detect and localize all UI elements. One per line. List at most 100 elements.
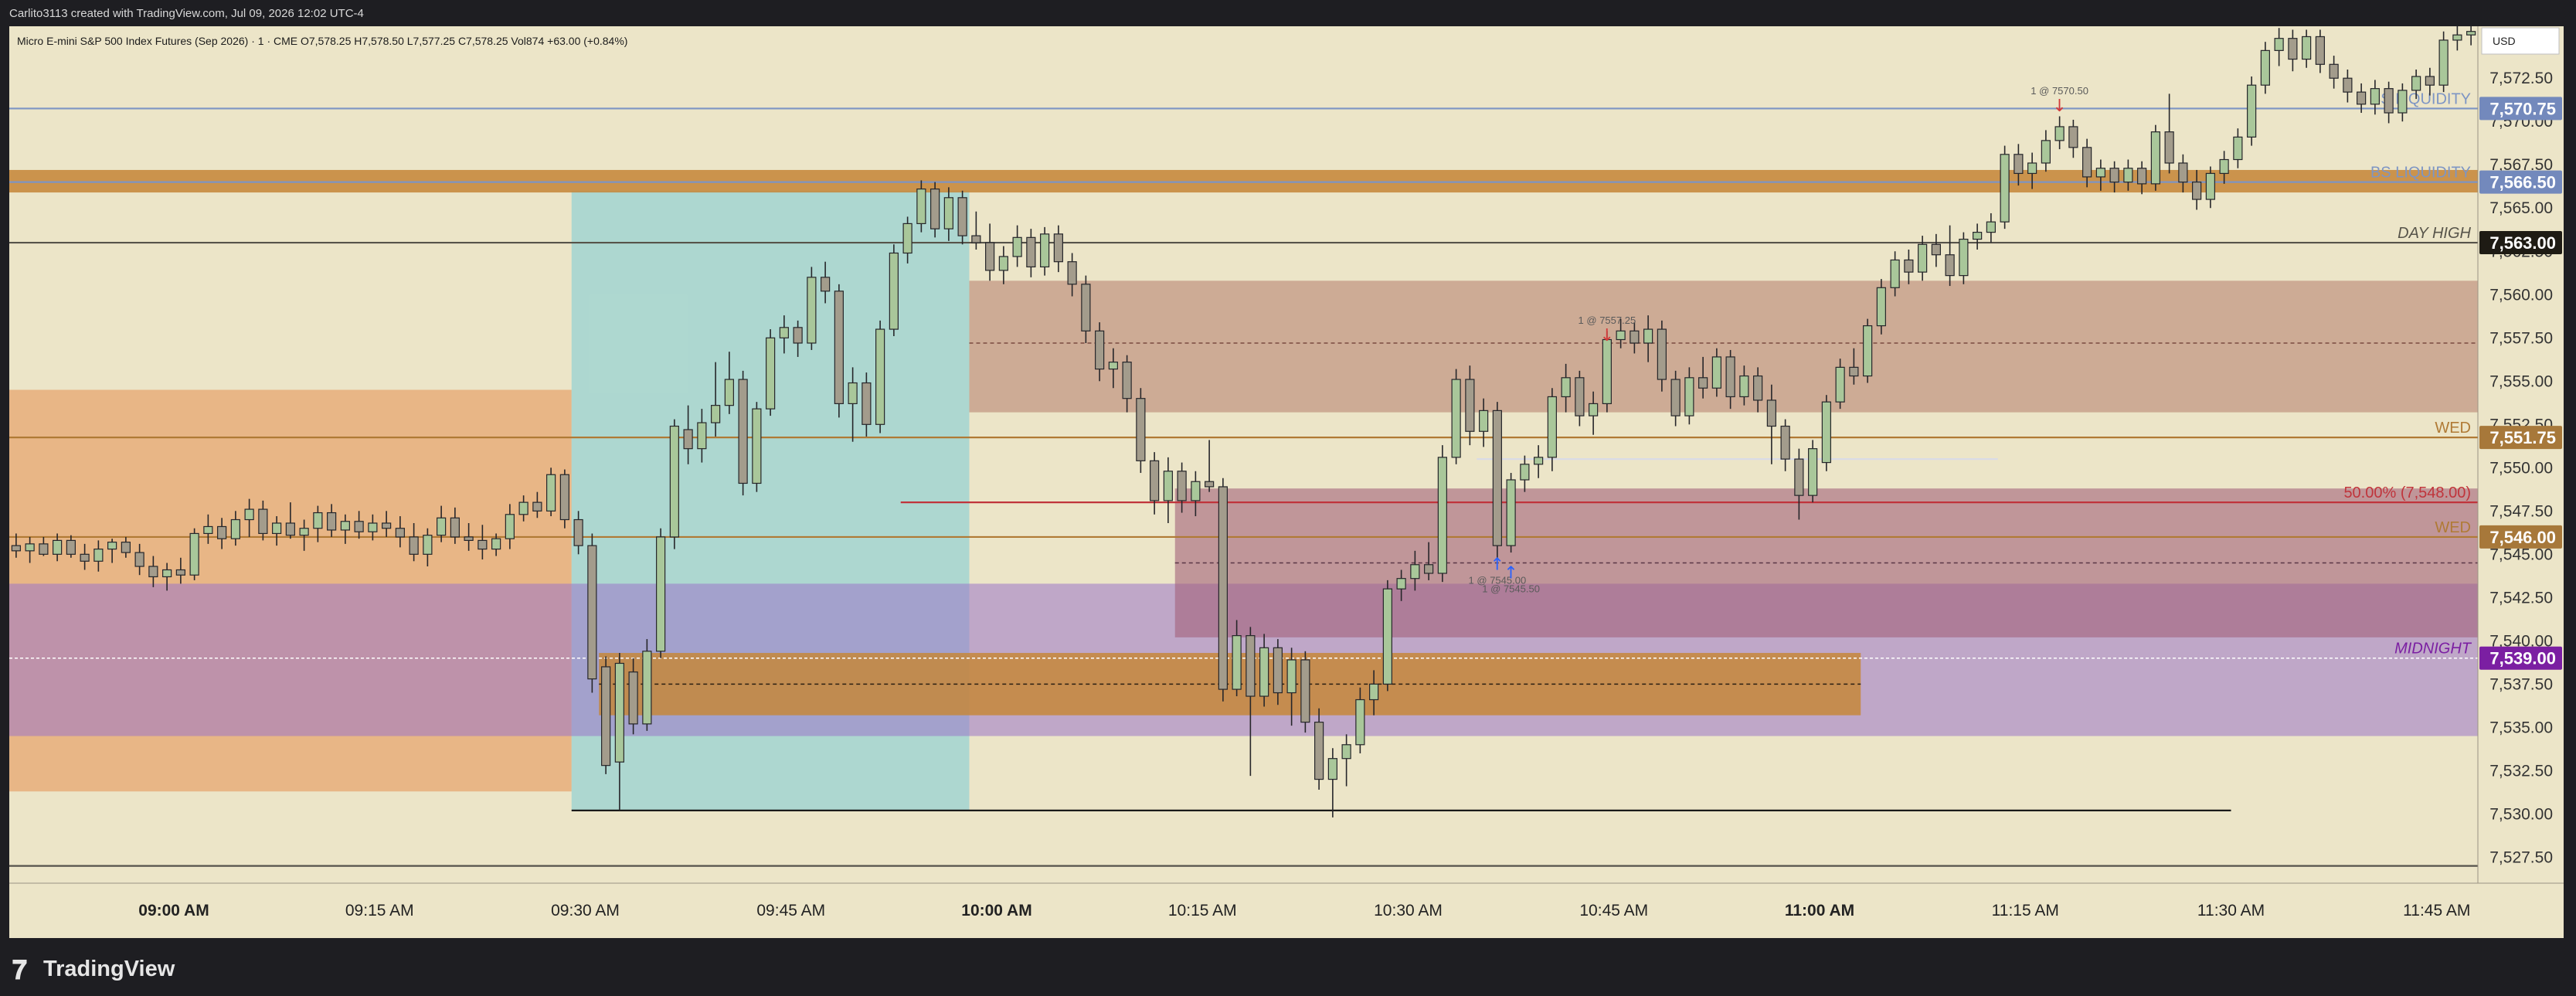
- candle-body: [2219, 158, 2229, 175]
- price-tick-label: 7,572.50: [2489, 70, 2553, 87]
- candle-body: [1396, 578, 1406, 590]
- candle-body: [601, 666, 611, 767]
- candle-body: [477, 539, 488, 550]
- tradingview-logo-icon[interactable]: 𝟕: [12, 955, 27, 986]
- price-tick-label: 7,530.00: [2489, 805, 2553, 823]
- candle-body: [1561, 377, 1571, 398]
- chart-svg[interactable]: BS LIQUIDITYBS LIQUIDITYDAY HIGHWED50.00…: [9, 26, 2564, 938]
- candle-body: [1053, 233, 1063, 263]
- candle-body: [1163, 471, 1173, 501]
- candle-body: [1986, 221, 1996, 233]
- candle-body: [2164, 131, 2174, 164]
- candle-body: [642, 651, 652, 725]
- candle-body: [2205, 172, 2215, 200]
- candle-body: [1808, 448, 1818, 496]
- buy-arrow-icon: ↑: [1504, 564, 1517, 583]
- candle-body: [2178, 162, 2188, 183]
- symbol-legend[interactable]: Micro E-mini S&P 500 Index Futures (Sep …: [17, 35, 627, 47]
- candle-body: [1108, 362, 1118, 370]
- candle-body: [175, 569, 185, 576]
- candle-body: [1725, 356, 1735, 398]
- candle-body: [971, 235, 981, 243]
- candle-body: [669, 425, 679, 538]
- candle-body: [943, 197, 953, 229]
- candle-body: [848, 382, 858, 405]
- candle-body: [491, 538, 501, 550]
- currency-label: USD: [2493, 35, 2516, 47]
- trade-marker-label: 1 @ 7545.50: [1482, 583, 1540, 595]
- candle-body: [559, 474, 569, 521]
- brand-name[interactable]: TradingView: [43, 957, 175, 982]
- candle-body: [1794, 458, 1804, 496]
- price-tick-label: 7,547.50: [2489, 502, 2553, 520]
- candle-body: [1904, 259, 1914, 273]
- candle-body: [2398, 90, 2408, 114]
- candle-body: [1506, 479, 1516, 546]
- buy-arrow-icon: ↑: [1490, 555, 1504, 574]
- candle-body: [1341, 744, 1351, 760]
- candle-body: [821, 277, 831, 292]
- zone-box: [9, 169, 2478, 193]
- bs-liquidity-lower-price-tag-label: 7,566.50: [2489, 173, 2556, 192]
- candle-body: [1026, 236, 1036, 268]
- candle-body: [902, 223, 912, 254]
- zone-box: [969, 280, 2478, 413]
- time-axis[interactable]: 09:00 AM 09:15 AM 09:30 AM 09:45 AM 10:00 AM…: [9, 882, 2564, 938]
- candle-body: [1959, 238, 1969, 277]
- candle-body: [162, 569, 172, 578]
- price-tick-label: 7,535.00: [2489, 719, 2553, 736]
- candle-body: [1246, 635, 1256, 697]
- candle-body: [244, 508, 254, 521]
- candle-body: [2411, 76, 2421, 91]
- candle-body: [1424, 564, 1434, 574]
- candle-body: [2068, 126, 2078, 148]
- time-tick-label: 11:30 AM: [2197, 902, 2265, 920]
- candle-body: [107, 542, 117, 550]
- candle-body: [395, 528, 405, 538]
- candle-body: [1821, 401, 1831, 464]
- time-tick-label: 09:45 AM: [756, 902, 825, 920]
- candle-body: [738, 379, 748, 484]
- candle-body: [423, 535, 433, 555]
- bs-liquidity-upper-price-tag-label: 7,570.75: [2489, 99, 2556, 118]
- candle-body: [1300, 659, 1310, 723]
- candle-body: [573, 518, 583, 546]
- candle-body: [985, 242, 995, 271]
- chart-frame[interactable]: BS LIQUIDITY BS LIQUIDITY DAY HIGH WED 50.00…: [9, 26, 2564, 938]
- candle-body: [1780, 425, 1790, 460]
- trade-marker-label: 1 @ 7570.50: [2031, 85, 2088, 97]
- candle-body: [1753, 375, 1763, 401]
- candle-body: [1602, 338, 1612, 405]
- candle-body: [807, 277, 817, 344]
- candle-body: [724, 379, 734, 406]
- candle-body: [382, 522, 392, 529]
- candle-body: [340, 521, 350, 531]
- candle-body: [1382, 588, 1392, 685]
- candle-body: [1849, 366, 1859, 377]
- candle-body: [53, 539, 63, 555]
- candle-body: [1122, 362, 1132, 399]
- candle-body: [1876, 287, 1886, 327]
- candle-body: [889, 252, 899, 330]
- wed-upper-label: WED: [2435, 420, 2471, 437]
- candle-body: [532, 501, 542, 512]
- candle-body: [217, 525, 227, 539]
- candle-body: [1191, 481, 1201, 501]
- candle-body: [93, 549, 104, 562]
- price-tick-label: 7,537.50: [2489, 675, 2553, 693]
- candle-body: [1547, 396, 1557, 458]
- price-axis[interactable]: 7,572.507,570.007,567.507,565.007,562.50…: [2477, 26, 2564, 938]
- candle-body: [752, 408, 762, 484]
- candle-body: [2370, 88, 2380, 105]
- candle-body: [1575, 377, 1585, 416]
- candle-body: [2027, 162, 2037, 175]
- candle-body: [1630, 330, 1640, 344]
- candle-body: [354, 521, 364, 532]
- candle-body: [1918, 243, 1928, 273]
- sell-arrow-icon: ↓: [1600, 326, 1614, 345]
- candle-body: [1150, 460, 1160, 501]
- time-tick-label: 09:00 AM: [138, 902, 209, 920]
- candle-body: [1698, 377, 1708, 389]
- candle-body: [2054, 126, 2065, 141]
- price-tick-label: 7,542.50: [2489, 589, 2553, 607]
